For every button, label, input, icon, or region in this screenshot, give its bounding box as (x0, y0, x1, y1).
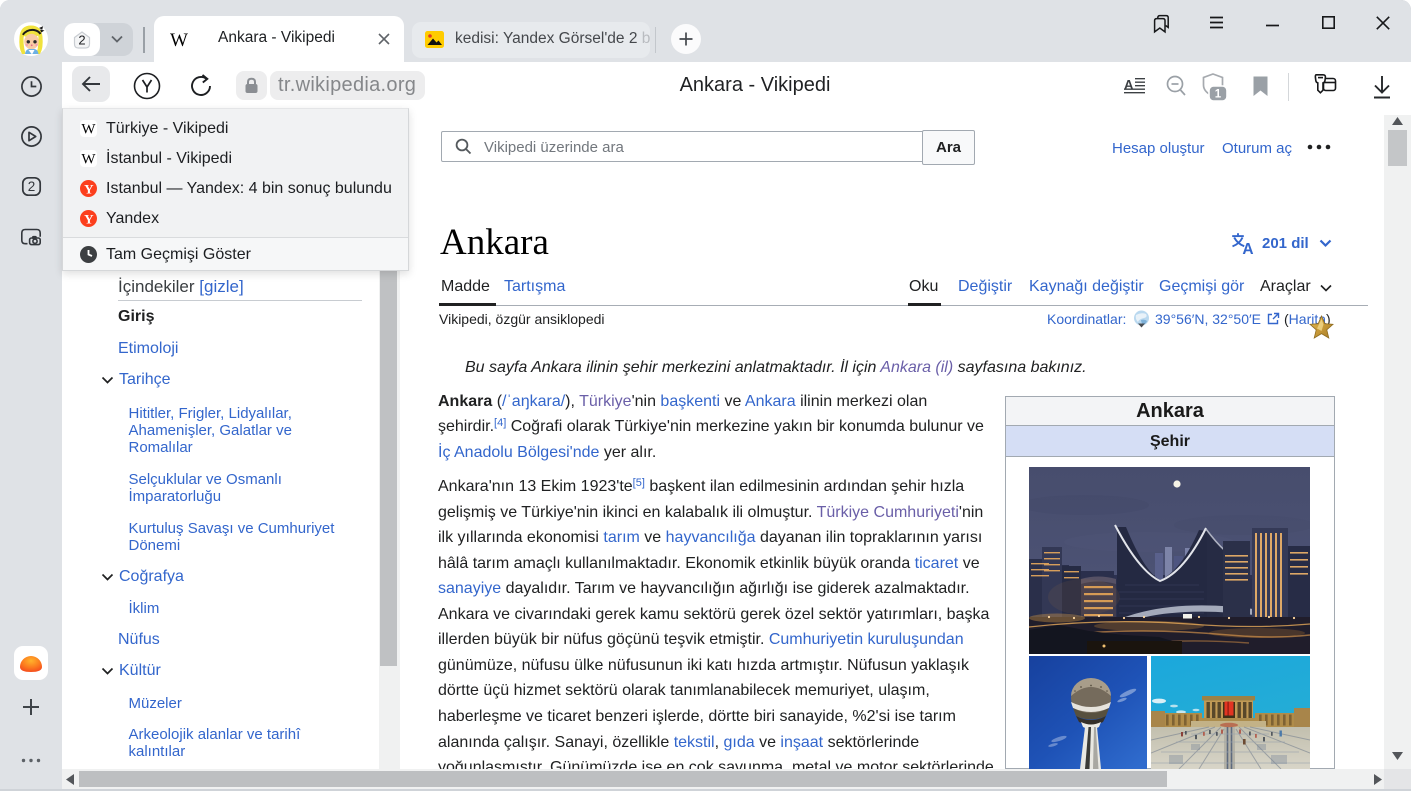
svg-text:W: W (81, 122, 96, 138)
svg-text:W: W (81, 152, 96, 168)
svg-text:Y: Y (84, 182, 94, 197)
svg-text:2: 2 (78, 33, 85, 48)
svg-text:A: A (1242, 241, 1253, 255)
svg-text:Y: Y (84, 212, 94, 227)
svg-text:1: 1 (1215, 89, 1222, 101)
svg-text:2: 2 (28, 179, 36, 194)
